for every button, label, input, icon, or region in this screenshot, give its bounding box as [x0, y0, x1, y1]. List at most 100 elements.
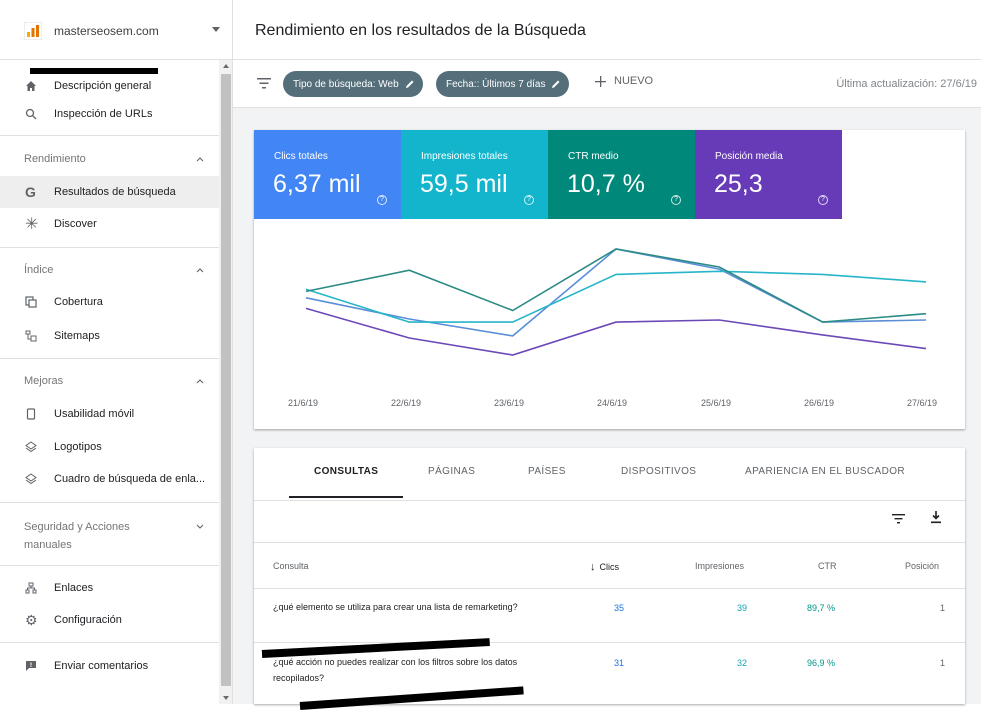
- chevron-up-icon[interactable]: [196, 377, 204, 385]
- divider: [0, 247, 219, 248]
- analytics-logo-icon: [24, 22, 42, 40]
- page-title: Rendimiento en los resultados de la Búsq…: [255, 22, 586, 39]
- layers-icon: [0, 473, 54, 485]
- nav-settings-label: Configuración: [54, 614, 122, 626]
- phone-icon: [0, 408, 54, 420]
- new-filter-label: NUEVO: [614, 75, 654, 87]
- ctr-cell: 96,9 %: [807, 658, 836, 668]
- x-tick-label: 24/6/19: [597, 398, 628, 408]
- nav-sitelinks-searchbox[interactable]: Cuadro de búsqueda de enla...: [0, 463, 219, 495]
- tab-search-appearance[interactable]: APARIENCIA EN EL BUSCADOR: [745, 466, 905, 477]
- tab-pages[interactable]: PÁGINAS: [428, 466, 475, 477]
- search-type-chip[interactable]: Tipo de búsqueda: Web: [283, 71, 423, 97]
- column-header-query[interactable]: Consulta: [273, 561, 309, 571]
- clicks-cell: 31: [614, 658, 625, 668]
- feedback-icon: [0, 660, 54, 672]
- nav-sitemaps-label: Sitemaps: [54, 330, 100, 342]
- nav-feedback[interactable]: Enviar comentarios: [0, 650, 219, 682]
- metric-clicks-value: 6,37 mil: [273, 170, 361, 198]
- metric-ctr-label: CTR medio: [568, 151, 619, 162]
- line-chart: [305, 248, 927, 356]
- section-indice: Índice: [24, 264, 54, 276]
- gear-icon: ⚙: [25, 611, 38, 628]
- last-update-text: Última actualización: 27/6/19: [836, 78, 977, 90]
- nav-search-results[interactable]: G Resultados de búsqueda: [0, 176, 219, 208]
- home-icon: [0, 80, 54, 92]
- divider: [0, 135, 219, 136]
- filter-rows-icon[interactable]: [892, 513, 905, 524]
- tab-queries[interactable]: CONSULTAS: [314, 466, 378, 477]
- column-header-clicks[interactable]: ↓ Clics: [590, 561, 619, 573]
- x-tick-label: 23/6/19: [494, 398, 525, 408]
- sidebar: masterseosem.com Descripción general Ins…: [0, 0, 233, 704]
- nav-sitelinks-searchbox-label: Cuadro de búsqueda de enla...: [54, 473, 206, 485]
- position-cell: 1: [940, 658, 946, 668]
- divider: [254, 642, 965, 643]
- date-chip[interactable]: Fecha:: Últimos 7 días: [436, 71, 570, 97]
- clicks-cell: 35: [614, 603, 625, 613]
- nav-logos[interactable]: Logotipos: [0, 431, 219, 463]
- column-header-ctr[interactable]: CTR: [818, 561, 837, 571]
- page-header: Rendimiento en los resultados de la Búsq…: [233, 0, 981, 60]
- position-cell: 1: [940, 603, 946, 613]
- asterisk-icon: ✳: [25, 216, 39, 233]
- nav-url-inspection[interactable]: Inspección de URLs: [0, 98, 219, 130]
- section-rendimiento: Rendimiento: [24, 153, 86, 165]
- tab-devices[interactable]: DISPOSITIVOS: [621, 466, 696, 477]
- nav-sitemaps[interactable]: Sitemaps: [0, 320, 219, 352]
- google-g-icon: G: [25, 184, 36, 200]
- scrollbar-thumb[interactable]: [221, 74, 231, 686]
- chevron-down-icon[interactable]: [212, 27, 220, 32]
- help-icon[interactable]: ?: [818, 195, 828, 205]
- metric-impressions-label: Impresiones totales: [421, 151, 508, 162]
- section-mejoras: Mejoras: [24, 375, 64, 387]
- sitemap-icon: [0, 330, 54, 342]
- help-icon[interactable]: ?: [524, 195, 534, 205]
- nav-feedback-label: Enviar comentarios: [54, 660, 149, 672]
- scroll-up-arrow-icon[interactable]: [223, 64, 229, 68]
- x-tick-label: 25/6/19: [701, 398, 732, 408]
- nav-links[interactable]: Enlaces: [0, 572, 219, 604]
- metric-position[interactable]: Posición media 25,3 ?: [695, 130, 842, 219]
- column-header-position[interactable]: Posición: [905, 561, 939, 571]
- plus-icon: [595, 75, 606, 87]
- filter-icon[interactable]: [257, 78, 271, 89]
- metric-ctr-value: 10,7 %: [567, 170, 645, 198]
- column-header-impressions[interactable]: Impresiones: [695, 561, 744, 571]
- metric-ctr[interactable]: CTR medio 10,7 % ?: [548, 130, 695, 219]
- sort-arrow-down-icon: ↓: [590, 561, 596, 573]
- nav-mobile-usability-label: Usabilidad móvil: [54, 408, 135, 420]
- section-security[interactable]: Seguridad y Acciones manuales: [24, 518, 174, 554]
- scroll-down-arrow-icon[interactable]: [223, 696, 229, 700]
- nav-logos-label: Logotipos: [54, 441, 102, 453]
- download-icon[interactable]: [930, 510, 942, 524]
- tab-countries[interactable]: PAÍSES: [528, 466, 566, 477]
- pencil-icon: [405, 80, 414, 88]
- nav-url-inspection-label: Inspección de URLs: [54, 108, 153, 120]
- metric-impressions[interactable]: Impresiones totales 59,5 mil ?: [401, 130, 548, 219]
- nav-discover[interactable]: ✳ Discover: [0, 208, 219, 240]
- impressions-cell: 39: [737, 603, 748, 613]
- x-tick-label: 27/6/19: [907, 398, 938, 408]
- divider: [0, 565, 219, 566]
- nav-mobile-usability[interactable]: Usabilidad móvil: [0, 398, 219, 430]
- nav-settings[interactable]: ⚙ Configuración: [0, 604, 219, 636]
- new-filter-button[interactable]: NUEVO: [595, 75, 653, 87]
- x-tick-label: 22/6/19: [391, 398, 422, 408]
- help-icon[interactable]: ?: [377, 195, 387, 205]
- chevron-up-icon[interactable]: [196, 266, 204, 274]
- metric-clicks[interactable]: Clics totales 6,37 mil ?: [254, 130, 401, 219]
- sidebar-scrollbar[interactable]: [219, 60, 232, 704]
- divider: [0, 502, 219, 503]
- chevron-up-icon[interactable]: [196, 155, 204, 163]
- nav-search-results-label: Resultados de búsqueda: [54, 186, 176, 198]
- metric-position-value: 25,3: [714, 170, 763, 198]
- nav-coverage[interactable]: Cobertura: [0, 286, 219, 318]
- chevron-down-icon[interactable]: [196, 522, 204, 530]
- property-selector[interactable]: masterseosem.com: [0, 0, 232, 60]
- x-tick-label: 21/6/19: [288, 398, 319, 408]
- nav-discover-label: Discover: [54, 218, 97, 230]
- series-line: [305, 307, 927, 356]
- metric-clicks-label: Clics totales: [274, 151, 328, 162]
- help-icon[interactable]: ?: [671, 195, 681, 205]
